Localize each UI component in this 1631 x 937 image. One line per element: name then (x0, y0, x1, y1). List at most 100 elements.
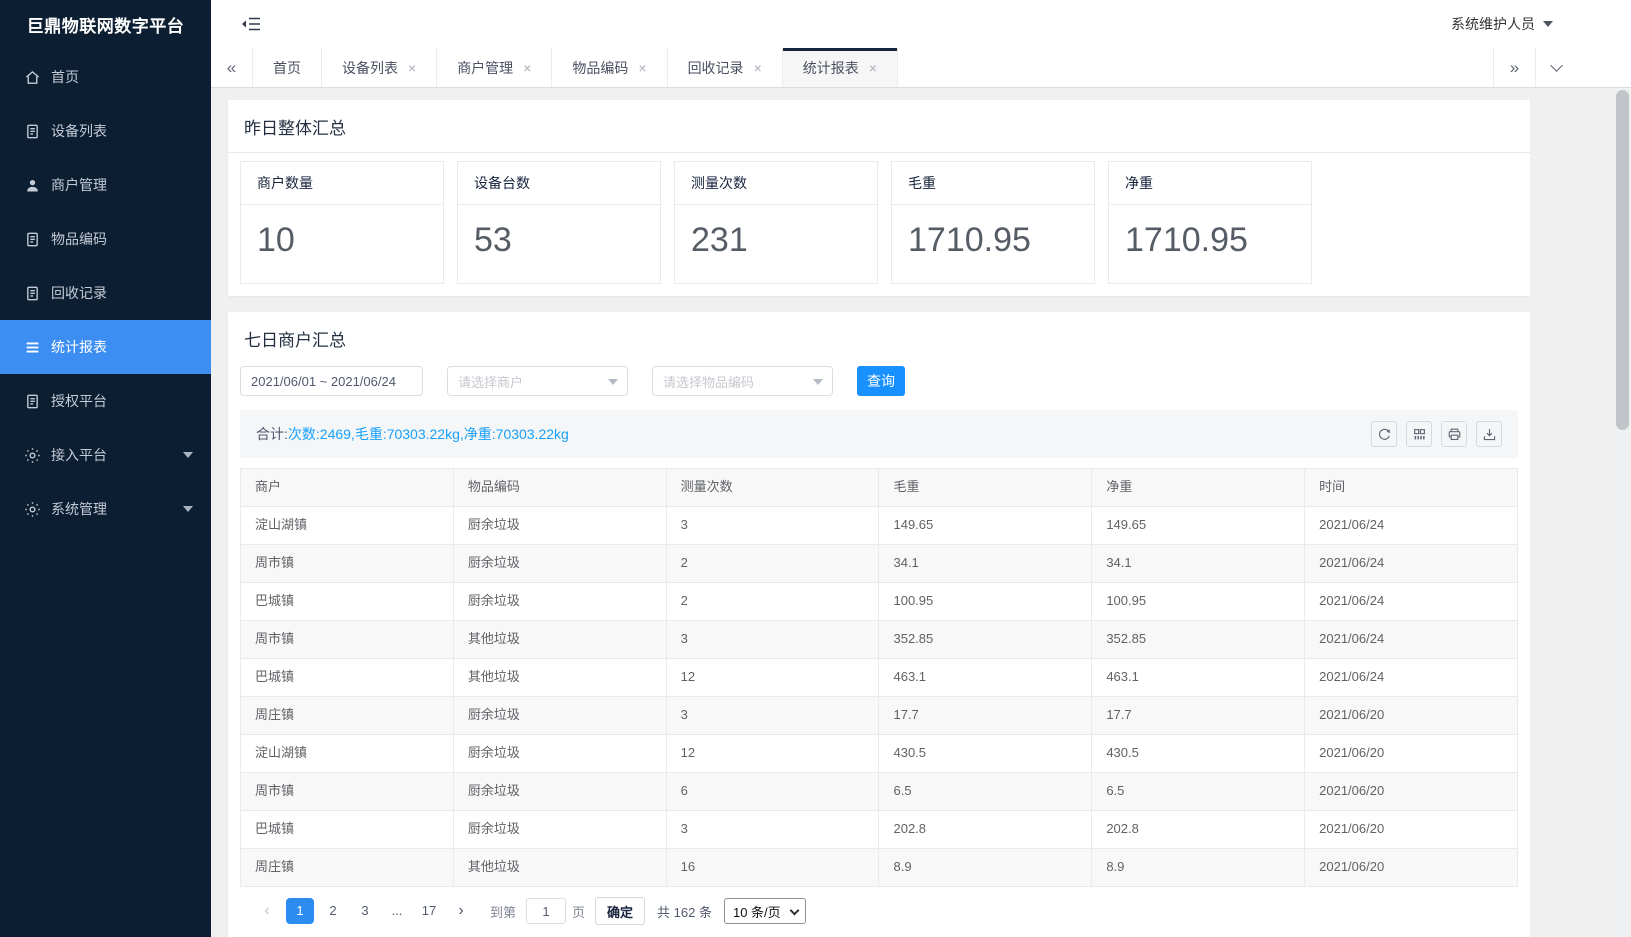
tab-bar: « 首页 设备列表 × 商户管理 × 物品编码 × 回收记录 × 统计报表 × … (211, 48, 1631, 88)
column-header-time: 时间 (1305, 469, 1517, 506)
tab-home[interactable]: 首页 (253, 48, 322, 87)
close-icon[interactable]: × (408, 61, 416, 75)
tabs-scroll-left-icon[interactable]: « (211, 48, 253, 87)
goto-page-label: 到第 (490, 902, 516, 921)
column-header-net-weight: 净重 (1092, 469, 1305, 506)
table-cell: 17.7 (1092, 697, 1305, 734)
table-cell: 巴城镇 (241, 659, 454, 696)
table-cell: 周市镇 (241, 621, 454, 658)
close-icon[interactable]: × (754, 61, 762, 75)
date-range-input[interactable] (240, 366, 423, 396)
table-cell: 3 (667, 507, 880, 544)
table-cell: 厨余垃圾 (454, 583, 667, 620)
page-number-17[interactable]: 17 (416, 898, 442, 924)
table-row: 淀山湖镇厨余垃圾12430.5430.52021/06/20 (241, 734, 1517, 772)
table-cell: 2021/06/24 (1305, 545, 1517, 582)
tab-label: 首页 (273, 58, 301, 78)
user-icon (24, 177, 41, 194)
stat-label: 毛重 (892, 162, 1094, 205)
sidebar-item-system-management[interactable]: 系统管理 (0, 482, 211, 536)
tab-label: 统计报表 (803, 58, 859, 78)
chevron-down-icon (183, 452, 193, 458)
refresh-icon[interactable] (1371, 421, 1397, 447)
close-icon[interactable]: × (523, 61, 531, 75)
sidebar-collapse-icon[interactable] (241, 16, 261, 32)
table-cell: 2 (667, 545, 880, 582)
table-cell: 6 (667, 773, 880, 810)
page-size-select[interactable]: 10 条/页 (724, 898, 806, 924)
vertical-scrollbar[interactable] (1614, 88, 1631, 937)
tab-device-list[interactable]: 设备列表 × (322, 48, 437, 87)
tab-item-codes[interactable]: 物品编码 × (552, 48, 667, 87)
tab-recycle-records[interactable]: 回收记录 × (668, 48, 783, 87)
section-title-yesterday: 昨日整体汇总 (228, 100, 1530, 153)
table-cell: 周庄镇 (241, 697, 454, 734)
sidebar-item-label: 首页 (51, 67, 79, 87)
tabbar-end-pad (1577, 48, 1631, 87)
chevron-down-icon (1543, 21, 1553, 27)
table-cell: 430.5 (1092, 735, 1305, 772)
close-icon[interactable]: × (869, 61, 877, 75)
print-icon[interactable] (1441, 421, 1467, 447)
user-menu[interactable]: 系统维护人员 (1451, 14, 1553, 34)
chevron-down-icon (789, 906, 799, 916)
goto-confirm-button[interactable]: 确定 (595, 897, 645, 925)
custom-columns-icon[interactable] (1406, 421, 1432, 447)
table-cell: 2021/06/24 (1305, 659, 1517, 696)
tab-label: 商户管理 (457, 58, 513, 78)
stat-label: 净重 (1109, 162, 1311, 205)
sidebar-menu: 首页 设备列表 商户管理 物品编码 回收记录 (0, 48, 211, 536)
table-cell: 2021/06/20 (1305, 697, 1517, 734)
table-cell: 6.5 (1092, 773, 1305, 810)
page-size-value: 10 条/页 (733, 902, 781, 921)
chevron-down-icon (183, 506, 193, 512)
sidebar-item-recycle-records[interactable]: 回收记录 (0, 266, 211, 320)
table-cell: 463.1 (1092, 659, 1305, 696)
sidebar-item-device-list[interactable]: 设备列表 (0, 104, 211, 158)
table-cell: 厨余垃圾 (454, 811, 667, 848)
table-cell: 2021/06/20 (1305, 811, 1517, 848)
query-button[interactable]: 查询 (857, 366, 905, 396)
tabs-scroll-right-icon[interactable]: » (1493, 48, 1535, 87)
tab-label: 物品编码 (572, 58, 628, 78)
sidebar-item-merchants[interactable]: 商户管理 (0, 158, 211, 212)
document-icon (24, 285, 41, 302)
page-number-2[interactable]: 2 (320, 898, 346, 924)
item-code-select[interactable]: 请选择物品编码 (652, 366, 833, 396)
prev-page-icon[interactable]: ‹ (254, 898, 280, 924)
toolbar-buttons (1362, 421, 1502, 447)
close-icon[interactable]: × (638, 61, 646, 75)
merchant-select[interactable]: 请选择商户 (447, 366, 628, 396)
sidebar: 巨鼎物联网数字平台 首页 设备列表 商户管理 物品编码 (0, 0, 211, 937)
stat-value: 10 (241, 205, 443, 260)
table-cell: 厨余垃圾 (454, 545, 667, 582)
table-cell: 202.8 (1092, 811, 1305, 848)
page-number-3[interactable]: 3 (352, 898, 378, 924)
table-cell: 149.65 (879, 507, 1092, 544)
goto-page-input[interactable] (526, 898, 566, 924)
sidebar-item-label: 物品编码 (51, 229, 107, 249)
page-ellipsis: ... (384, 898, 410, 924)
pagination: ‹ 1 2 3 ... 17 › 到第 页 确定 共 162 条 10 条/页 (240, 897, 1518, 925)
sidebar-item-authorized-platform[interactable]: 授权平台 (0, 374, 211, 428)
main-content: 昨日整体汇总 商户数量 10 设备台数 53 测量次数 231 毛重 1710.… (211, 88, 1631, 937)
section-title-seven-day: 七日商户汇总 (228, 312, 1530, 364)
sidebar-item-statistics-active[interactable]: 统计报表 (0, 320, 211, 374)
export-icon[interactable] (1476, 421, 1502, 447)
app-title: 巨鼎物联网数字平台 (0, 0, 211, 48)
tab-merchants[interactable]: 商户管理 × (437, 48, 552, 87)
table-cell: 2021/06/20 (1305, 735, 1517, 772)
column-header-measure-count: 测量次数 (667, 469, 880, 506)
tabs-menu-icon[interactable] (1535, 48, 1577, 87)
table-cell: 202.8 (879, 811, 1092, 848)
tab-statistics-active[interactable]: 统计报表 × (783, 48, 898, 87)
next-page-icon[interactable]: › (448, 898, 474, 924)
scrollbar-thumb[interactable] (1616, 90, 1629, 430)
sidebar-item-home[interactable]: 首页 (0, 50, 211, 104)
page-number-1-active[interactable]: 1 (286, 898, 314, 924)
sidebar-item-access-platform[interactable]: 接入平台 (0, 428, 211, 482)
totals-prefix: 合计: (256, 426, 288, 442)
sidebar-item-item-codes[interactable]: 物品编码 (0, 212, 211, 266)
user-name: 系统维护人员 (1451, 14, 1535, 34)
stat-value: 53 (458, 205, 660, 260)
